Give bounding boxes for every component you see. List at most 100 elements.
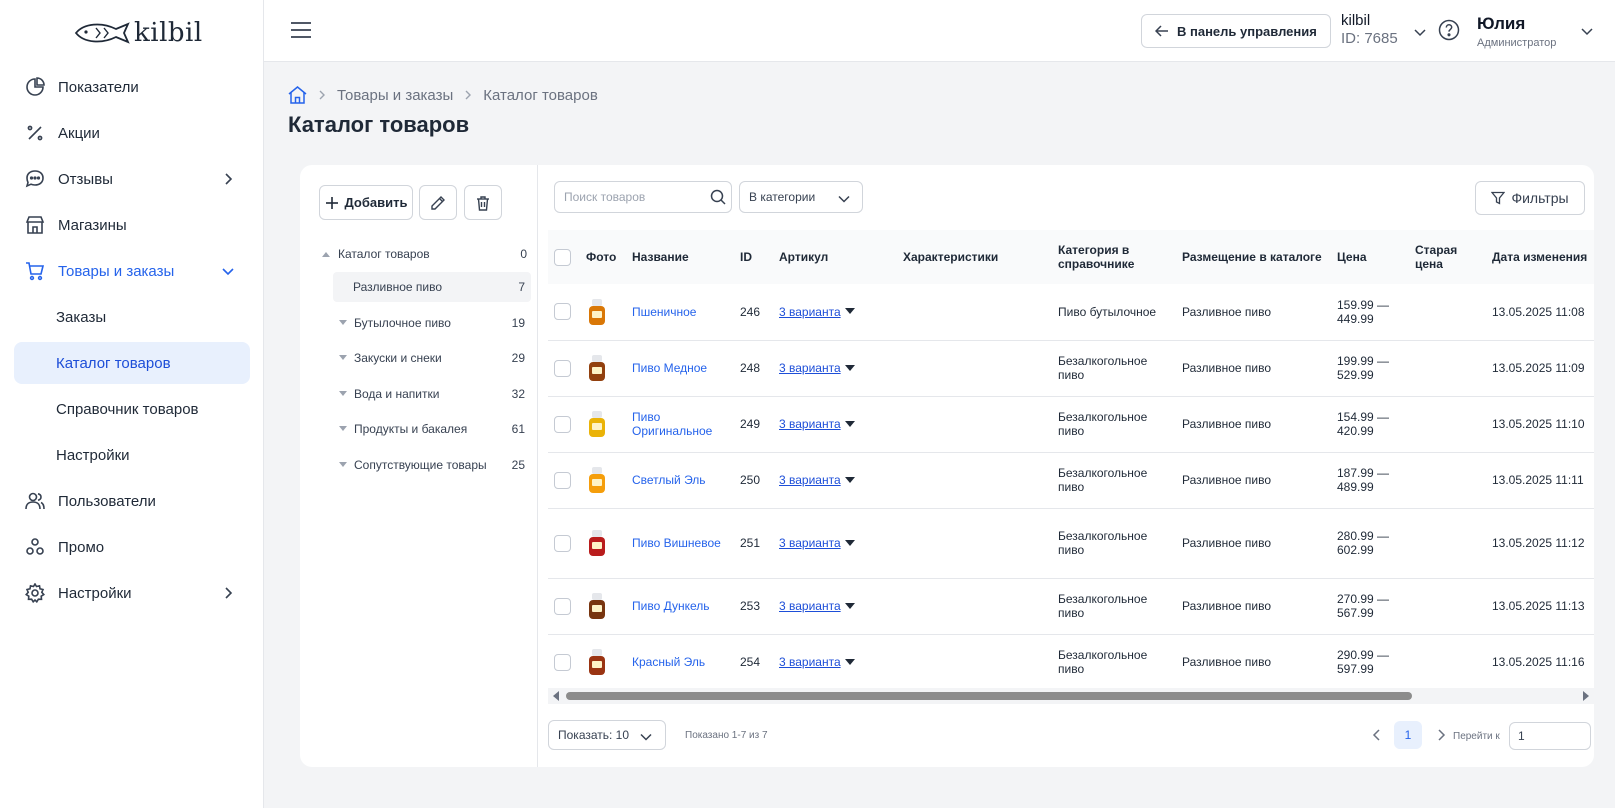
variants-toggle[interactable]: 3 варианта: [779, 599, 855, 613]
product-name-link[interactable]: Красный Эль: [632, 655, 705, 669]
product-id: 246: [734, 284, 773, 341]
column-header[interactable]: Старая цена: [1409, 230, 1486, 284]
row-checkbox[interactable]: [554, 415, 571, 433]
table-row[interactable]: Пиво Оригинальное 249 3 варианта Безалко…: [548, 396, 1594, 453]
table-row[interactable]: Красный Эль 254 3 варианта Безалкогольно…: [548, 634, 1594, 686]
product-name-link[interactable]: Пиво Медное: [632, 361, 707, 375]
product-thumbnail: [589, 298, 605, 325]
product-category: Безалкогольное пиво: [1052, 396, 1176, 453]
caret-down-icon[interactable]: [339, 390, 347, 397]
sidebar-item-catalog-settings[interactable]: Настройки: [14, 434, 250, 476]
row-checkbox[interactable]: [554, 303, 571, 321]
table-row[interactable]: Светлый Эль 250 3 варианта Безалкогольно…: [548, 452, 1594, 509]
tree-item-drinks[interactable]: Вода и напитки 32: [333, 379, 531, 409]
select-all-checkbox[interactable]: [554, 248, 571, 266]
product-name-link[interactable]: Пиво Оригинальное: [632, 410, 712, 438]
chevron-down-icon: [222, 268, 234, 276]
breadcrumb-catalog[interactable]: Каталог товаров: [483, 87, 598, 104]
sidebar-item-promotions[interactable]: Акции: [14, 112, 250, 154]
user-menu[interactable]: Юлия Администратор: [1477, 14, 1593, 49]
caret-down-icon[interactable]: [339, 355, 347, 361]
row-checkbox[interactable]: [554, 597, 571, 615]
add-button[interactable]: Добавить: [319, 185, 413, 220]
caret-down-icon[interactable]: [339, 319, 347, 326]
sidebar-item-product-catalog[interactable]: Каталог товаров: [14, 342, 250, 384]
variants-toggle[interactable]: 3 варианта: [779, 361, 855, 375]
table-row[interactable]: Пиво Дункель 253 3 варианта Безалкогольн…: [548, 578, 1594, 635]
sidebar-item-promo[interactable]: Промо: [14, 526, 250, 568]
breadcrumb-products-orders[interactable]: Товары и заказы: [337, 87, 453, 104]
next-page-icon[interactable]: [1436, 729, 1446, 741]
scroll-left-arrow-icon[interactable]: [552, 691, 560, 701]
tree-item-draft-beer[interactable]: Разливное пиво 7: [333, 272, 531, 302]
chat-bubble-icon: [24, 168, 46, 190]
table-row[interactable]: Пиво Вишневое 251 3 варианта Безалкоголь…: [548, 508, 1594, 579]
account-switcher[interactable]: kilbil ID: 7685: [1341, 12, 1426, 47]
sidebar-item-reviews[interactable]: Отзывы: [14, 158, 250, 200]
page-number-current[interactable]: 1: [1394, 721, 1422, 749]
tree-root-catalog[interactable]: Каталог товаров 0: [322, 239, 527, 269]
column-header[interactable]: Размещение в каталоге: [1176, 230, 1331, 284]
row-checkbox[interactable]: [554, 534, 571, 552]
tree-item-accessories[interactable]: Сопутствующие товары 25: [333, 450, 531, 480]
sidebar-item-indicators[interactable]: Показатели: [14, 66, 250, 108]
filters-button[interactable]: Фильтры: [1475, 181, 1585, 215]
column-header[interactable]: Дата изменения: [1486, 230, 1594, 284]
variants-toggle[interactable]: 3 варианта: [779, 417, 855, 431]
scrollbar-thumb[interactable]: [566, 692, 1412, 700]
control-panel-button[interactable]: В панель управления: [1141, 14, 1331, 48]
sidebar-item-product-directory[interactable]: Справочник товаров: [14, 388, 250, 430]
product-category: Безалкогольное пиво: [1052, 634, 1176, 686]
product-name-link[interactable]: Пиво Вишневое: [632, 536, 721, 550]
table-row[interactable]: Пиво Медное 248 3 варианта Безалкогольно…: [548, 340, 1594, 397]
category-filter-select[interactable]: В категории: [739, 181, 863, 213]
column-header[interactable]: Название: [626, 230, 734, 284]
menu-toggle-button[interactable]: [290, 20, 312, 45]
sidebar-item-users[interactable]: Пользователи: [14, 480, 250, 522]
product-name-link[interactable]: Пшеничное: [632, 305, 696, 319]
top-header: В панель управления kilbil ID: 7685 Юлия…: [264, 0, 1615, 62]
shown-count-text: Показано 1-7 из 7: [685, 730, 768, 741]
sidebar-item-stores[interactable]: Магазины: [14, 204, 250, 246]
sidebar-item-label: Пользователи: [58, 492, 156, 510]
product-name-link[interactable]: Светлый Эль: [632, 473, 706, 487]
scroll-right-arrow-icon[interactable]: [1582, 691, 1590, 701]
row-checkbox[interactable]: [554, 653, 571, 671]
help-button[interactable]: [1438, 19, 1460, 46]
row-checkbox[interactable]: [554, 471, 571, 489]
horizontal-scrollbar[interactable]: [548, 688, 1594, 704]
product-category: Пиво бутылочное: [1052, 284, 1176, 341]
sidebar-item-orders[interactable]: Заказы: [14, 296, 250, 338]
goto-page-input[interactable]: [1509, 722, 1591, 750]
variants-toggle[interactable]: 3 варианта: [779, 305, 855, 319]
caret-down-icon[interactable]: [339, 426, 347, 432]
product-name-link[interactable]: Пиво Дункель: [632, 599, 710, 613]
sidebar-item-products-orders[interactable]: Товары и заказы: [14, 250, 250, 292]
product-thumbnail: [589, 649, 605, 675]
tree-item-groceries[interactable]: Продукты и бакалея 61: [333, 414, 531, 444]
tree-item-bottled-beer[interactable]: Бутылочное пиво 19: [333, 308, 531, 338]
tree-item-snacks[interactable]: Закуски и снеки 29: [333, 343, 531, 373]
tree-root-count: 0: [520, 247, 527, 261]
variants-toggle[interactable]: 3 варианта: [779, 473, 855, 487]
product-characteristics: [897, 340, 1052, 397]
caret-down-icon[interactable]: [339, 461, 347, 468]
column-header[interactable]: Артикул: [773, 230, 897, 284]
prev-page-icon[interactable]: [1372, 729, 1382, 741]
edit-button[interactable]: [419, 185, 457, 220]
column-header[interactable]: Категория в справочнике: [1052, 230, 1176, 284]
column-header[interactable]: ID: [734, 230, 773, 284]
category-tree-panel: Добавить Каталог товаров 0 Разливное пив…: [300, 165, 538, 767]
home-icon[interactable]: [288, 86, 307, 104]
sidebar-item-settings[interactable]: Настройки: [14, 572, 250, 614]
page-size-select[interactable]: Показать: 10: [548, 720, 666, 750]
logo[interactable]: kilbil: [74, 18, 203, 48]
row-checkbox[interactable]: [554, 359, 571, 377]
delete-button[interactable]: [464, 185, 502, 220]
variants-toggle[interactable]: 3 варианта: [779, 536, 855, 550]
table-row[interactable]: Пшеничное 246 3 варианта Пиво бутылочное…: [548, 284, 1594, 341]
search-input[interactable]: [554, 181, 732, 213]
product-thumbnail: [589, 355, 605, 381]
variants-toggle[interactable]: 3 варианта: [779, 655, 855, 669]
column-header[interactable]: Цена: [1331, 230, 1409, 284]
